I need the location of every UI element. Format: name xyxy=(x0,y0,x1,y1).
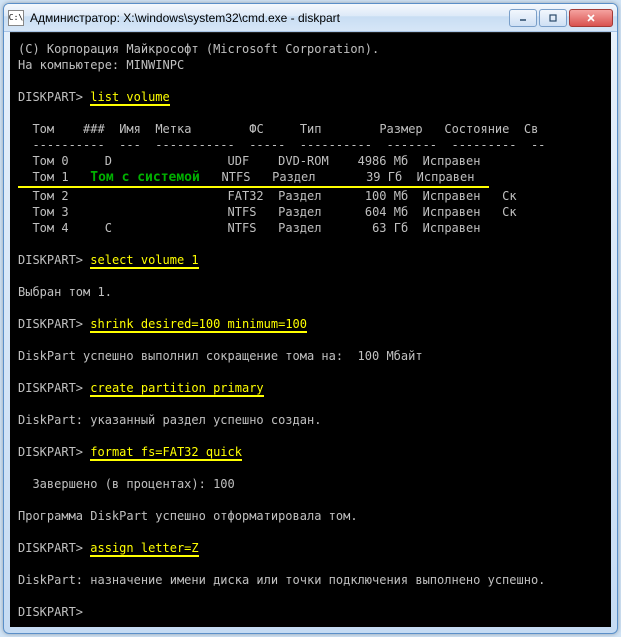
msg-shrink-ok: DiskPart успешно выполнил сокращение том… xyxy=(18,348,603,364)
console-output[interactable]: (C) Корпорация Майкрософт (Microsoft Cor… xyxy=(10,32,611,627)
msg-format-progress: Завершено (в процентах): 100 xyxy=(18,476,603,492)
maximize-button[interactable] xyxy=(539,9,567,27)
cmd-assign: assign letter=Z xyxy=(90,541,198,557)
system-volume-annotation: Том с системой xyxy=(90,170,200,185)
titlebar[interactable]: C:\ Администратор: X:\windows\system32\c… xyxy=(4,4,617,32)
copyright-line: (C) Корпорация Майкрософт (Microsoft Cor… xyxy=(18,41,603,57)
cmd-format: format fs=FAT32 quick xyxy=(90,445,242,461)
app-window: C:\ Администратор: X:\windows\system32\c… xyxy=(3,3,618,634)
prompt: DISKPART> xyxy=(18,381,83,395)
msg-assign-ok: DiskPart: назначение имени диска или точ… xyxy=(18,572,603,588)
window-title: Администратор: X:\windows\system32\cmd.e… xyxy=(30,11,509,25)
cmd-shrink: shrink desired=100 minimum=100 xyxy=(90,317,307,333)
table-divider: ---------- --- ----------- ----- -------… xyxy=(18,137,603,153)
prompt: DISKPART> xyxy=(18,253,83,267)
minimize-button[interactable] xyxy=(509,9,537,27)
prompt: DISKPART> xyxy=(18,605,83,619)
prompt: DISKPART> xyxy=(18,317,83,331)
table-row: Том 1 Том с системой NTFS Раздел 39 Гб И… xyxy=(18,169,603,188)
table-row: Том 4 C NTFS Раздел 63 Гб Исправен xyxy=(18,220,603,236)
table-header-row: Том ### Имя Метка ФС Тип Размер Состояни… xyxy=(18,121,603,137)
table-row: Том 0 D UDF DVD-ROM 4986 Мб Исправен xyxy=(18,153,603,169)
prompt: DISKPART> xyxy=(18,90,83,104)
cmd-icon: C:\ xyxy=(8,10,24,26)
computer-line: На компьютере: MINWINPC xyxy=(18,57,603,73)
cmd-list-volume: list volume xyxy=(90,90,169,106)
table-row: Том 3 NTFS Раздел 604 Мб Исправен Ск xyxy=(18,204,603,220)
cmd-create-partition: create partition primary xyxy=(90,381,263,397)
prompt: DISKPART> xyxy=(18,445,83,459)
table-row: Том 2 FAT32 Раздел 100 Мб Исправен Ск xyxy=(18,188,603,204)
msg-partition-ok: DiskPart: указанный раздел успешно созда… xyxy=(18,412,603,428)
msg-format-ok: Программа DiskPart успешно отформатирова… xyxy=(18,508,603,524)
msg-selected: Выбран том 1. xyxy=(18,284,603,300)
close-button[interactable] xyxy=(569,9,613,27)
window-button-group xyxy=(509,9,613,27)
prompt: DISKPART> xyxy=(18,541,83,555)
cmd-select-volume: select volume 1 xyxy=(90,253,198,269)
